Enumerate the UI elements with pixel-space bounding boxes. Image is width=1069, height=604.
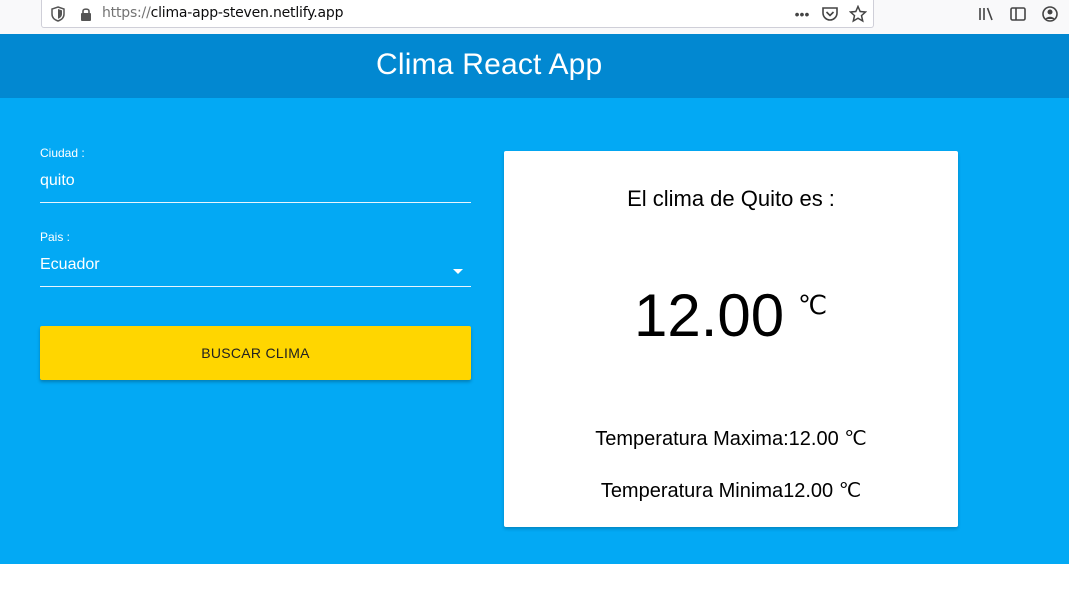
weather-title: El clima de Quito es : [627,186,835,211]
min-temperature: Temperatura Minima12.00 ℃ [504,478,958,503]
more-icon[interactable]: ••• [793,5,811,23]
search-weather-button[interactable]: BUSCAR CLIMA [40,326,471,380]
url-host: clima-app-steven.netlify.app [150,5,344,21]
shield-icon[interactable] [51,6,65,22]
address-bar[interactable]: https://clima-app-steven.netlify.app ••• [41,0,874,28]
url-scheme: https:// [102,5,151,21]
url-text[interactable]: https://clima-app-steven.netlify.app [102,5,343,21]
weather-card: El clima de Quito es : 12.00 ℃ Temperatu… [504,151,958,527]
max-temperature-unit: ℃ [844,428,867,450]
library-icon[interactable] [977,5,995,23]
account-icon[interactable] [1041,5,1059,23]
max-temperature-text: Temperatura Maxima:12.00 [595,428,839,450]
min-temperature-unit: ℃ [838,480,862,502]
lock-icon[interactable] [79,6,93,22]
pocket-icon[interactable] [821,5,839,23]
app-title: Clima React App [376,48,603,81]
app-body: Ciudad : quito Pais : Ecuador BUSCAR CLI… [0,98,1069,564]
country-label: Pais : [40,230,71,244]
city-input[interactable]: quito [40,172,471,196]
temperature-unit: ℃ [798,291,828,320]
max-temperature: Temperatura Maxima:12.00 ℃ [504,426,958,451]
country-select[interactable]: Pais : Ecuador [40,230,471,287]
min-temperature-text: Temperatura Minima12.00 [600,480,834,502]
city-underline [40,202,471,203]
country-underline [40,286,471,287]
sidebar-icon[interactable] [1009,5,1027,23]
city-field[interactable]: Ciudad : quito [40,146,471,203]
country-value[interactable]: Ecuador [40,256,471,280]
chevron-down-icon[interactable] [453,269,463,274]
browser-toolbar: https://clima-app-steven.netlify.app ••• [0,0,1069,34]
city-label: Ciudad : [40,146,85,160]
current-temperature: 12.00 [634,282,785,349]
bookmark-star-icon[interactable] [849,5,867,23]
